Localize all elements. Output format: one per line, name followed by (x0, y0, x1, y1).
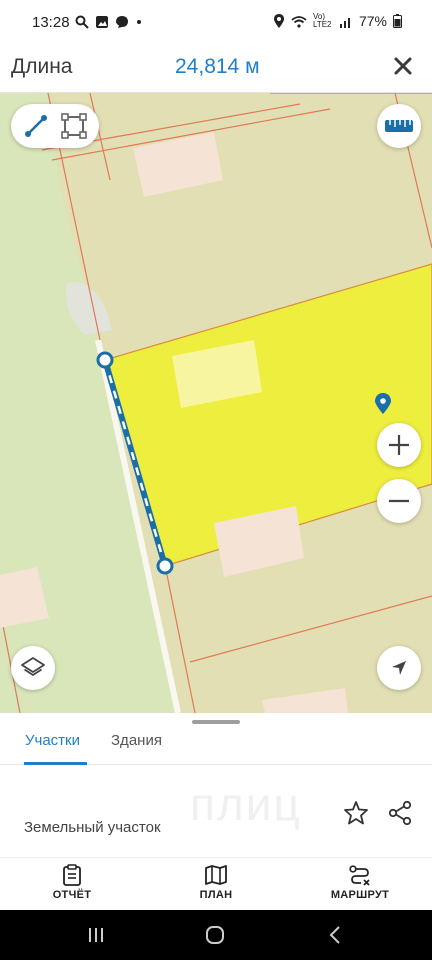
ruler-icon (385, 120, 413, 132)
network-label: Vo) LTE2 (312, 12, 332, 29)
zoom-out-button[interactable] (377, 479, 421, 523)
chat-icon (116, 16, 128, 28)
measure-point-start[interactable] (96, 351, 114, 369)
battery-percent: 77% (358, 13, 387, 29)
layers-button[interactable] (11, 646, 55, 690)
info-tabs: Участки Здания (0, 724, 432, 765)
status-time: 13:28 (32, 14, 70, 31)
recents-icon[interactable] (84, 924, 108, 946)
measure-title: Длина (11, 55, 73, 78)
route-icon (349, 865, 370, 886)
line-measure-icon[interactable] (21, 111, 51, 141)
parcel-type-label: Земельный участок (24, 819, 161, 836)
measure-point-end[interactable] (156, 557, 174, 575)
map-icon (205, 865, 227, 885)
map-canvas[interactable] (0, 93, 432, 713)
nav-route[interactable]: МАРШРУТ (310, 864, 410, 901)
nav-route-label: МАРШРУТ (330, 889, 390, 901)
zoom-out-icon (389, 499, 409, 503)
status-bar: 13:28 Vo) LTE2 77% (0, 0, 432, 44)
nav-report[interactable]: ОТЧЁТ (22, 864, 122, 901)
parcel-detail: плиц Земельный участок (0, 765, 432, 857)
measure-value: 24,814 м (175, 55, 260, 78)
back-icon[interactable] (324, 924, 348, 946)
zoom-in-button[interactable] (377, 423, 421, 467)
measure-header: Длина 24,814 м (0, 44, 432, 93)
share-icon[interactable] (386, 799, 414, 827)
nav-plan-label: ПЛАН (199, 889, 233, 901)
area-measure-icon[interactable] (59, 111, 89, 141)
location-icon (273, 14, 284, 28)
locate-button[interactable] (377, 646, 421, 690)
clipboard-icon (63, 864, 81, 886)
home-icon[interactable] (203, 924, 227, 946)
search-icon (75, 15, 89, 29)
watermark: плиц (190, 778, 302, 830)
tab-buildings[interactable]: Здания (111, 732, 162, 749)
navigation-arrow-icon (392, 661, 406, 675)
image-icon (96, 16, 108, 28)
dot-icon (137, 20, 141, 24)
zoom-in-icon (389, 435, 409, 455)
wifi-icon (291, 15, 307, 28)
measure-mode-toggle[interactable] (11, 104, 99, 148)
battery-icon (393, 14, 402, 28)
nav-report-label: ОТЧЁТ (52, 889, 92, 901)
ruler-button[interactable] (377, 104, 421, 148)
layers-icon (21, 657, 45, 676)
bottom-nav: ОТЧЁТ ПЛАН МАРШРУТ (0, 857, 432, 910)
map-view[interactable] (0, 93, 432, 713)
tab-parcels[interactable]: Участки (25, 732, 80, 749)
star-icon[interactable] (342, 799, 370, 827)
close-icon[interactable] (390, 53, 416, 79)
signal-icon (339, 17, 350, 28)
system-nav-bar (0, 910, 432, 960)
nav-plan[interactable]: ПЛАН (166, 864, 266, 901)
